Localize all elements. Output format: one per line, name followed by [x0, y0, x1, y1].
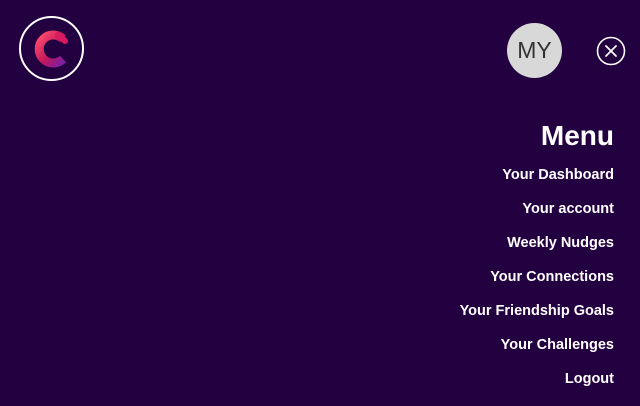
menu-item-weekly-nudges[interactable]: Weekly Nudges [460, 226, 614, 260]
menu-item-friendship-goals[interactable]: Your Friendship Goals [460, 294, 614, 328]
menu-item-account[interactable]: Your account [460, 192, 614, 226]
avatar-initials: MY [517, 37, 552, 63]
menu-item-dashboard[interactable]: Your Dashboard [460, 158, 614, 192]
brand-logo[interactable] [19, 16, 84, 81]
menu-item-connections[interactable]: Your Connections [460, 260, 614, 294]
menu-list: Your Dashboard Your account Weekly Nudge… [460, 158, 614, 396]
menu-title: Menu [540, 120, 614, 151]
main-menu: Menu Your Dashboard Your account Weekly … [460, 116, 614, 396]
menu-item-challenges[interactable]: Your Challenges [460, 328, 614, 362]
user-avatar[interactable]: MY [507, 23, 562, 78]
close-icon [596, 36, 626, 66]
brand-c-logo-icon [34, 30, 68, 67]
close-menu-button[interactable] [596, 36, 626, 66]
menu-item-logout[interactable]: Logout [460, 362, 614, 396]
